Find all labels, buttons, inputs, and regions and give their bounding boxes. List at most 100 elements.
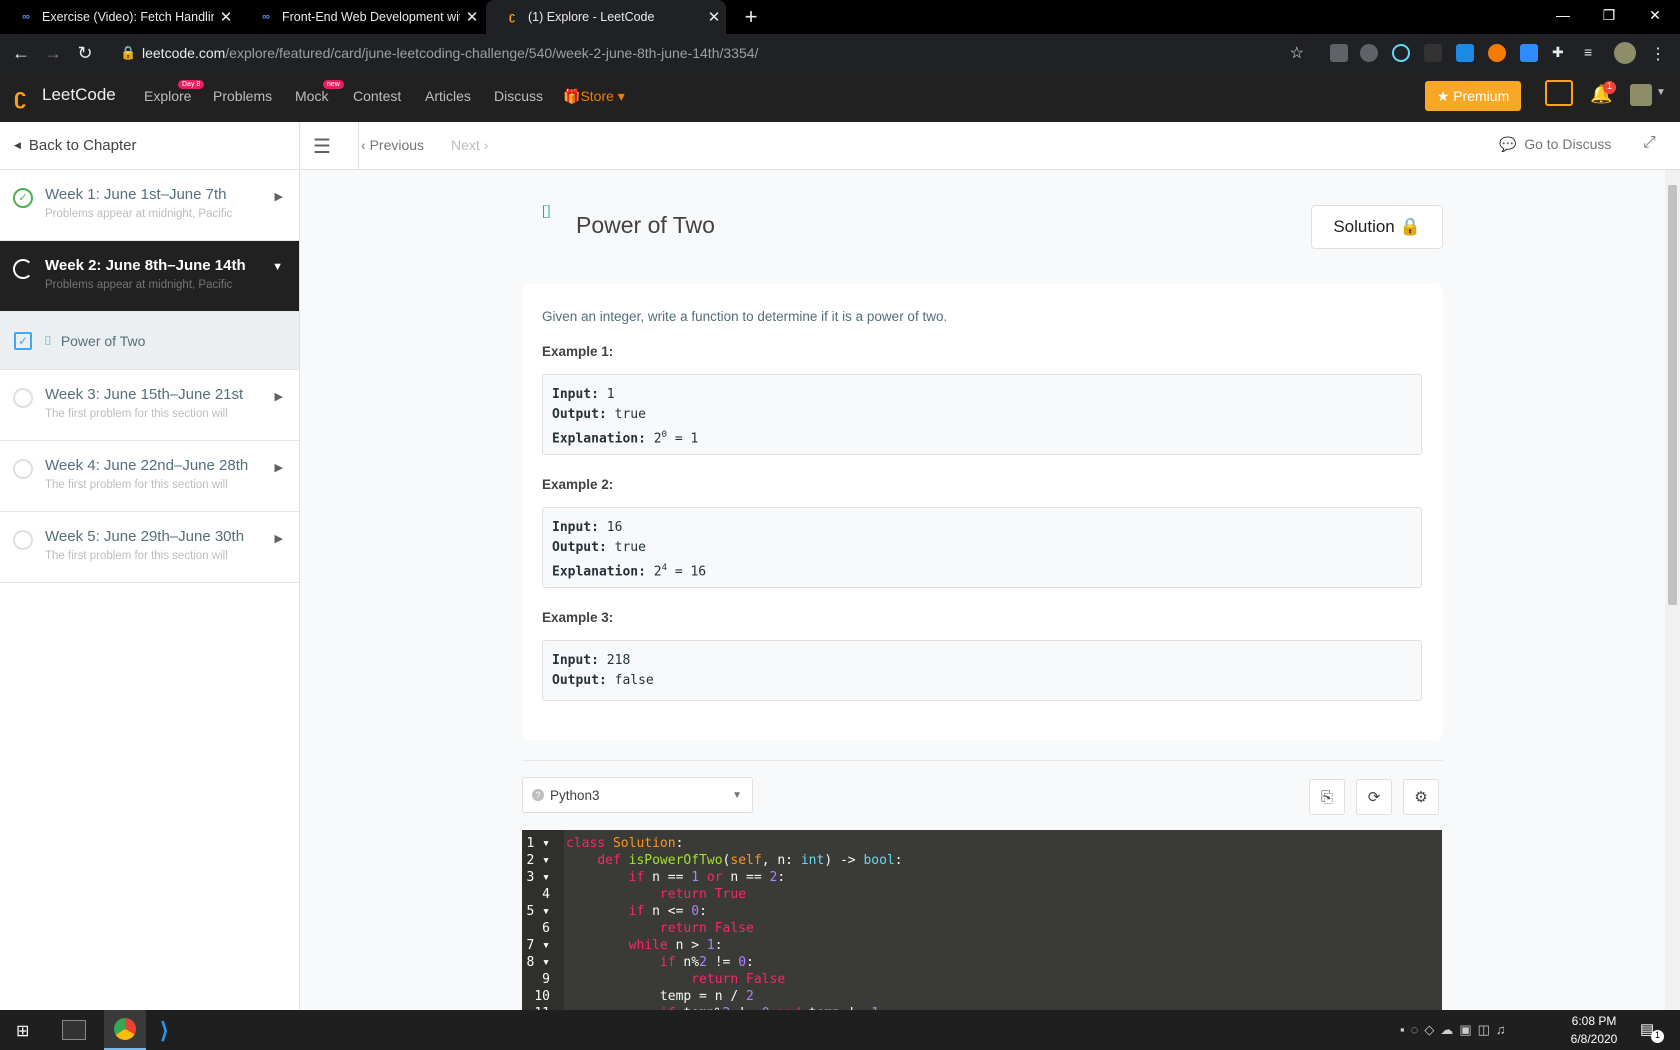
clock[interactable]: 6:08 PM 6/8/2020 — [1568, 1014, 1620, 1046]
coursera-icon: ∞ — [22, 11, 30, 23]
divider — [522, 760, 1443, 761]
close-tab-icon[interactable]: ✕ — [460, 8, 484, 26]
minimize-icon[interactable]: — — [1540, 0, 1586, 30]
empty-circle-icon — [13, 459, 33, 479]
close-tab-icon[interactable]: ✕ — [214, 8, 238, 26]
refresh-icon: ⟳ — [1367, 789, 1381, 806]
url-field[interactable]: 🔒 leetcode.com/explore/featured/card/jun… — [112, 38, 1312, 68]
browser-tab[interactable]: ∞ Front-End Web Development wit ✕ — [240, 0, 484, 34]
caret-right-icon: ▶ — [274, 391, 283, 403]
code-text: class Solution: def isPowerOfTwo(self, n… — [566, 836, 903, 1010]
menu-kebab-icon[interactable]: ⋮ — [1650, 44, 1668, 63]
close-window-icon[interactable]: ✕ — [1632, 0, 1678, 30]
example-label: Example 3: — [542, 610, 614, 625]
code-file-icon: ⌷ — [44, 332, 52, 348]
windows-taskbar: ⊞ ⟩ ▪◌◇☁▣◫♫ 6:08 PM 6/8/2020 ▤ 1 — [0, 1010, 1680, 1050]
code-editor[interactable]: 1 ▾2 ▾3 ▾45 ▾67 ▾8 ▾91011 class Solution… — [522, 830, 1442, 1010]
forward-icon[interactable]: → — [38, 38, 68, 68]
leetcode-logo-icon: ʗ — [14, 84, 27, 109]
description-text: Given an integer, write a function to de… — [542, 309, 948, 324]
scrollbar-thumb[interactable] — [1668, 185, 1677, 605]
caret-down-icon: ▼ — [272, 261, 283, 273]
user-avatar[interactable] — [1630, 84, 1652, 106]
chrome-taskbar-button[interactable] — [104, 1010, 146, 1050]
nav-store[interactable]: 🎁Store ▾ — [563, 88, 625, 105]
windows-start-icon[interactable]: ⊞ — [16, 1021, 34, 1040]
tab-title: (1) Explore - LeetCode — [528, 10, 655, 24]
solution-button[interactable]: Solution 🔒 — [1311, 205, 1443, 249]
playground-icon[interactable] — [1545, 80, 1573, 106]
divider — [358, 122, 359, 170]
vertical-scrollbar[interactable] — [1665, 170, 1680, 1010]
premium-button[interactable]: ★ Premium — [1425, 81, 1521, 111]
reading-list-icon[interactable]: ≡ — [1584, 44, 1602, 62]
vscode-icon[interactable]: ⟩ — [160, 1018, 169, 1044]
browser-tab[interactable]: ∞ Exercise (Video): Fetch Handling | ✕ — [0, 0, 238, 34]
nav-contest[interactable]: Contest — [353, 88, 401, 104]
language-select[interactable]: ? Python3 ▼ — [522, 777, 753, 813]
chevron-left-icon: ‹ — [361, 137, 366, 153]
expand-icon[interactable]: ⤢ — [1643, 134, 1656, 152]
nav-explore[interactable]: Explore — [144, 88, 191, 104]
zoom-icon[interactable] — [1520, 44, 1538, 62]
lock-icon: 🔒 — [120, 45, 137, 60]
react-devtools-icon[interactable] — [1392, 44, 1410, 62]
week-item[interactable]: Week 5: June 29th–June 30th The first pr… — [0, 512, 299, 583]
hamburger-icon[interactable]: ☰ — [313, 134, 331, 159]
back-icon[interactable]: ← — [6, 38, 36, 68]
empty-circle-icon — [13, 388, 33, 408]
go-to-discuss-link[interactable]: 💬 Go to Discuss — [1499, 136, 1611, 153]
extension-icon[interactable] — [1488, 44, 1506, 62]
address-bar: ← → ↻ 🔒 leetcode.com/explore/featured/ca… — [0, 34, 1680, 72]
gear-icon: ⚙ — [1414, 789, 1428, 806]
extension-icon[interactable] — [1330, 44, 1348, 62]
previous-button[interactable]: ‹ Previous — [361, 137, 424, 153]
reload-icon[interactable]: ↻ — [70, 38, 100, 68]
restore-icon[interactable]: ❐ — [1586, 0, 1632, 30]
nav-mock[interactable]: Mock — [295, 88, 328, 104]
tab-title: Exercise (Video): Fetch Handling | — [42, 10, 214, 24]
week-item[interactable]: ✓ Week 1: June 1st–June 7th Problems app… — [0, 170, 299, 241]
mock-badge: new — [323, 80, 344, 89]
system-tray-icons[interactable]: ▪◌◇☁▣◫♫ — [1400, 1022, 1512, 1038]
notification-count: 1 — [1603, 81, 1616, 94]
profile-avatar[interactable] — [1614, 42, 1636, 64]
puzzle-icon[interactable]: ✚ — [1552, 44, 1570, 62]
reset-code-button[interactable]: ⟳ — [1356, 779, 1392, 815]
new-tab-button[interactable]: + — [736, 0, 766, 34]
close-tab-icon[interactable]: ✕ — [702, 8, 726, 26]
problem-list-item[interactable]: ✓ ⌷ Power of Two — [0, 312, 299, 370]
camera-icon[interactable] — [1360, 44, 1378, 62]
example-label: Example 2: — [542, 477, 614, 492]
bookmark-star-icon[interactable]: ☆ — [1290, 43, 1304, 63]
leetcode-logo-text[interactable]: LeetCode — [42, 85, 116, 105]
caret-right-icon: ▶ — [274, 533, 283, 545]
back-to-chapter[interactable]: ◀ Back to Chapter — [0, 122, 299, 170]
example-block: Input: 1 Output: true Explanation: 20 = … — [542, 374, 1422, 455]
nav-problems[interactable]: Problems — [213, 88, 272, 104]
notification-count: 1 — [1651, 1030, 1664, 1043]
week-item-active[interactable]: Week 2: June 8th–June 14th Problems appe… — [0, 241, 299, 312]
code-file-icon: ⎘ — [1320, 788, 1333, 806]
caret-down-icon[interactable]: ▼ — [1656, 87, 1666, 98]
nav-articles[interactable]: Articles — [425, 88, 471, 104]
week-item[interactable]: Week 3: June 15th–June 21st The first pr… — [0, 370, 299, 441]
checkbox-checked-icon: ✓ — [14, 331, 32, 350]
terminal-icon[interactable] — [62, 1020, 86, 1040]
code-note-button[interactable]: ⎘ — [1309, 779, 1345, 815]
problem-toolbar: ☰ ‹ Previous Next › 💬 Go to Discuss ⤢ — [301, 122, 1680, 170]
tab-title: Front-End Web Development wit — [282, 10, 460, 24]
week-item[interactable]: Week 4: June 22nd–June 28th The first pr… — [0, 441, 299, 512]
code-file-icon: ⌷ — [541, 202, 552, 222]
lock-icon: 🔒 — [1399, 217, 1421, 236]
settings-button[interactable]: ⚙ — [1403, 779, 1439, 815]
problem-title: Power of Two — [576, 212, 715, 238]
nav-discuss[interactable]: Discuss — [494, 88, 543, 104]
line-numbers: 1 ▾2 ▾3 ▾45 ▾67 ▾8 ▾91011 — [522, 830, 564, 1010]
caret-right-icon: ▶ — [274, 191, 283, 203]
chapter-sidebar: ◀ Back to Chapter ✓ Week 1: June 1st–June… — [0, 122, 300, 1010]
browser-tab-active[interactable]: ʗ (1) Explore - LeetCode ✕ — [486, 0, 726, 34]
extension-icon[interactable] — [1424, 44, 1442, 62]
next-button[interactable]: Next › — [451, 137, 488, 153]
skype-icon[interactable] — [1456, 44, 1474, 62]
